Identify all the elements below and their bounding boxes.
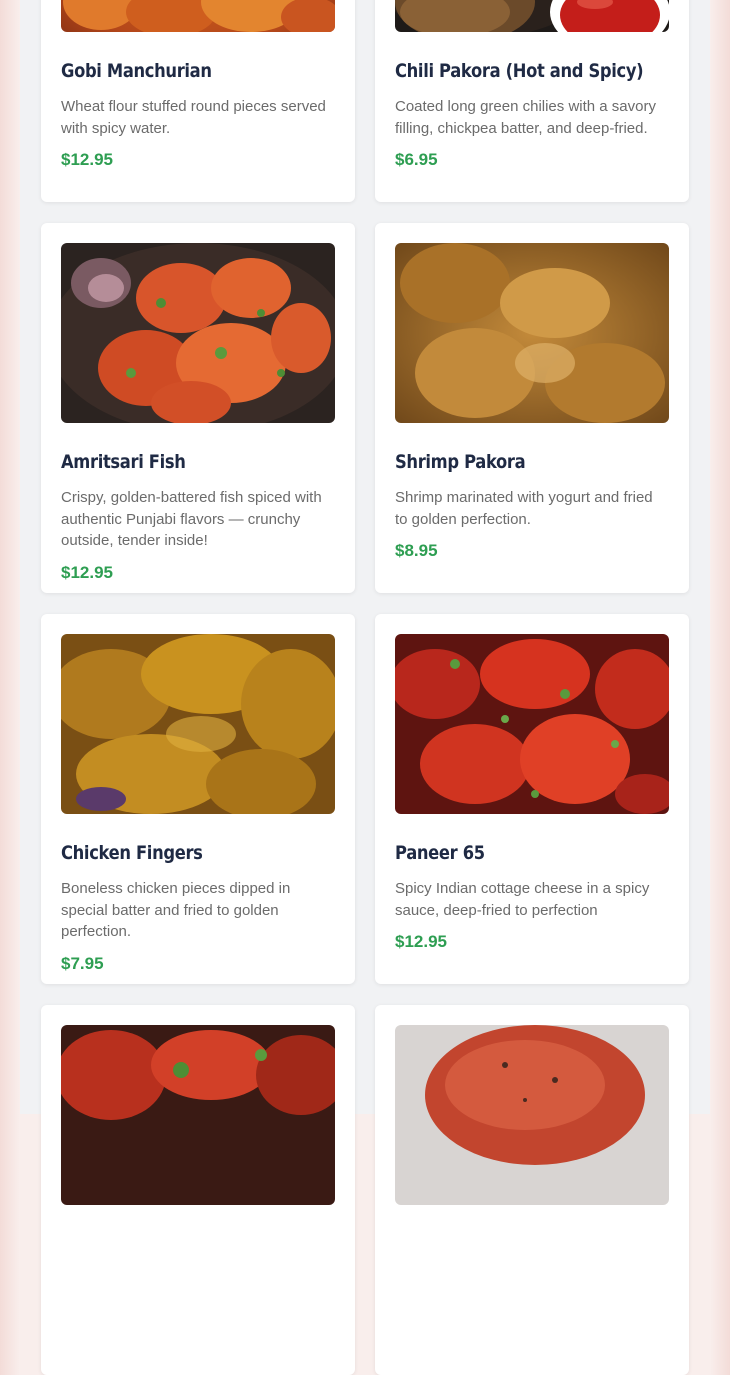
- menu-item-title: Paneer 65: [395, 842, 485, 864]
- menu-item-title: Amritsari Fish: [61, 451, 186, 473]
- menu-item-description: Boneless chicken pieces dipped in specia…: [61, 880, 291, 940]
- menu-item-description: Coated long green chilies with a savory …: [395, 98, 656, 137]
- menu-card[interactable]: Chicken Fingers Boneless chicken pieces …: [41, 614, 355, 984]
- red-curry-dish-photo-icon: [61, 1025, 335, 1205]
- menu-item-title: Shrimp Pakora: [395, 451, 526, 473]
- gobi-manchurian-photo-icon: [61, 0, 335, 32]
- tandoori-dish-photo-icon: [395, 1025, 669, 1205]
- menu-card[interactable]: Chili Pakora (Hot and Spicy) Coated long…: [375, 0, 689, 202]
- menu-item-description: Spicy Indian cottage cheese in a spicy s…: [395, 880, 650, 919]
- menu-item-title: Chicken Fingers: [61, 842, 203, 864]
- menu-card[interactable]: Shrimp Pakora Shrimp marinated with yogu…: [375, 223, 689, 593]
- menu-item-price: $8.95: [395, 541, 438, 560]
- menu-item-description: Crispy, golden-battered fish spiced with…: [61, 489, 322, 549]
- menu-item-description: Shrimp marinated with yogurt and fried t…: [395, 489, 653, 528]
- menu-card[interactable]: Amritsari Fish Crispy, golden-battered f…: [41, 223, 355, 593]
- menu-item-price: $12.95: [61, 150, 113, 169]
- paneer-65-photo-icon: [395, 634, 669, 814]
- menu-item-description: Wheat flour stuffed round pieces served …: [61, 98, 326, 137]
- menu-item-title: Gobi Manchurian: [61, 60, 212, 82]
- menu-card[interactable]: Paneer 65 Spicy Indian cottage cheese in…: [375, 614, 689, 984]
- menu-card[interactable]: [375, 1005, 689, 1375]
- menu-item-price: $6.95: [395, 150, 438, 169]
- shrimp-pakora-photo-icon: [395, 243, 669, 423]
- menu-item-price: $7.95: [61, 953, 104, 973]
- amritsari-fish-photo-icon: [61, 243, 335, 423]
- chicken-fingers-photo-icon: [61, 634, 335, 814]
- menu-item-price: $12.95: [61, 562, 113, 582]
- menu-item-title: Chili Pakora (Hot and Spicy): [395, 60, 644, 82]
- chili-pakora-photo-icon: [395, 0, 669, 32]
- menu-card[interactable]: [41, 1005, 355, 1375]
- menu-card[interactable]: Gobi Manchurian Wheat flour stuffed roun…: [41, 0, 355, 202]
- menu-item-price: $12.95: [395, 932, 447, 951]
